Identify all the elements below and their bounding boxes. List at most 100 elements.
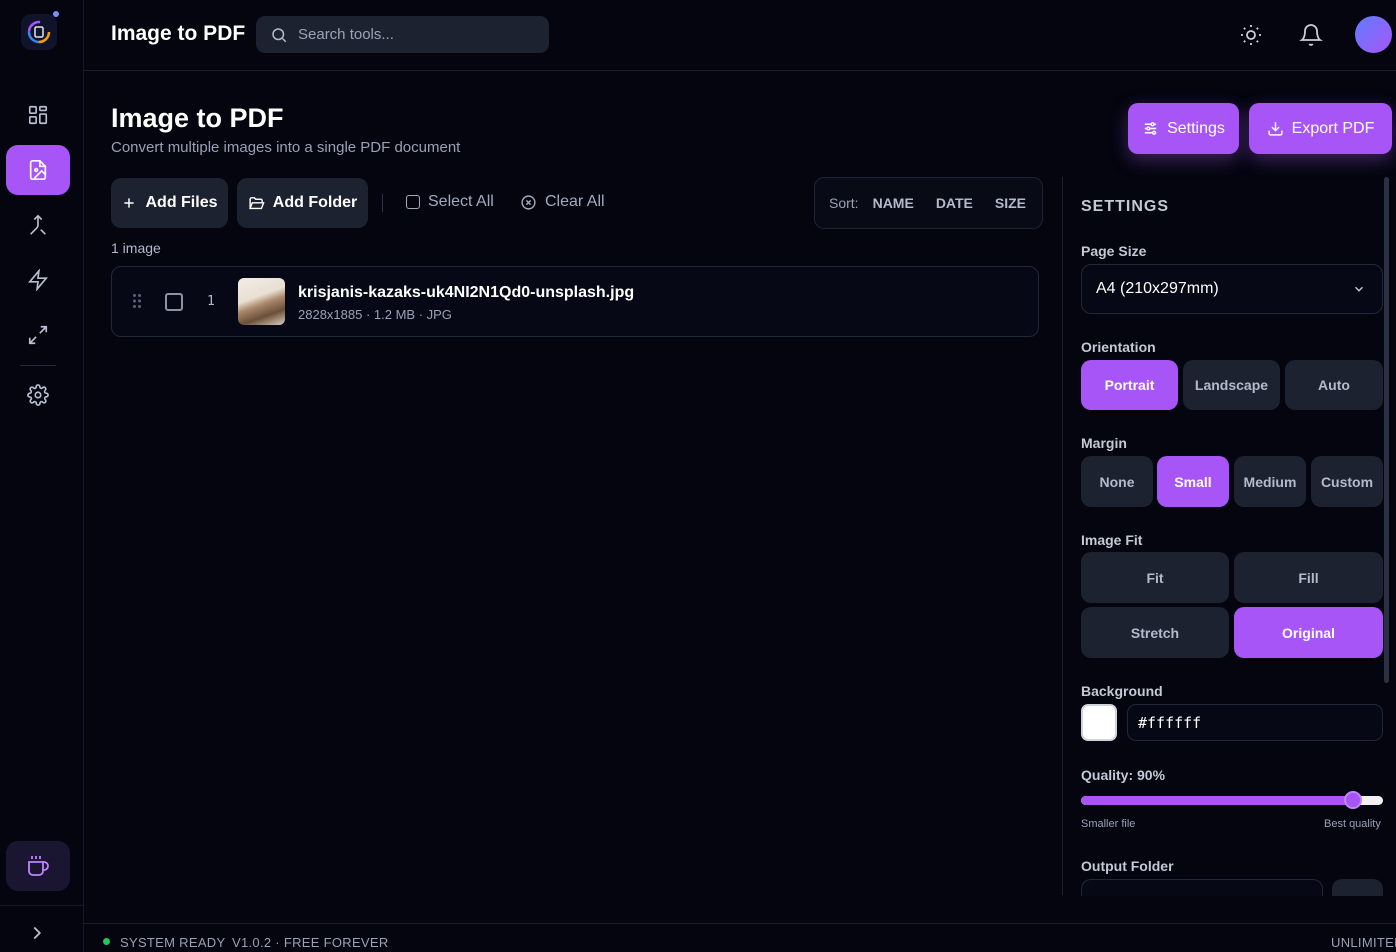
- margin-label: Margin: [1081, 435, 1127, 451]
- grip-icon: [133, 294, 141, 308]
- download-icon: [1268, 122, 1283, 136]
- chevron-down-icon: [1355, 286, 1363, 292]
- quality-slider-fill: [1081, 796, 1353, 805]
- clear-all-button[interactable]: Clear All: [520, 193, 605, 211]
- sun-icon: [1241, 25, 1261, 45]
- status-ready: SYSTEM READY: [120, 935, 226, 950]
- toolbar-divider: [382, 194, 383, 212]
- bolt-icon: [27, 269, 49, 291]
- add-files-button[interactable]: Add Files: [111, 178, 228, 228]
- theme-toggle-button[interactable]: [1239, 23, 1263, 52]
- page-subtitle: Convert multiple images into a single PD…: [111, 139, 461, 156]
- support-coffee-button[interactable]: [6, 841, 70, 891]
- status-bar: SYSTEM READY V1.0.2 · FREE FOREVER UNLIM…: [84, 923, 1396, 952]
- settings-button[interactable]: Settings: [1128, 103, 1239, 154]
- merge-icon: [30, 214, 46, 235]
- orientation-landscape[interactable]: Landscape: [1183, 360, 1280, 410]
- margin-custom[interactable]: Custom: [1311, 456, 1383, 507]
- clear-all-label: Clear All: [545, 193, 605, 210]
- page-title: Image to PDF: [111, 103, 284, 133]
- status-version: V1.0.2 · FREE FOREVER: [232, 935, 389, 950]
- bell-icon: [1299, 24, 1323, 46]
- margin-medium[interactable]: Medium: [1234, 456, 1306, 507]
- gear-icon: [27, 384, 49, 406]
- sidebar-item-image-to-pdf[interactable]: [6, 145, 70, 195]
- orientation-auto[interactable]: Auto: [1285, 360, 1383, 410]
- sidebar-item-merge[interactable]: [6, 200, 70, 250]
- select-all-button[interactable]: Select All: [406, 193, 494, 211]
- image-pdf-icon: [29, 160, 47, 180]
- add-files-label: Add Files: [145, 194, 218, 211]
- coffee-icon: [28, 856, 49, 876]
- orientation-label: Orientation: [1081, 339, 1156, 355]
- page-size-label: Page Size: [1081, 243, 1147, 259]
- search-input[interactable]: [298, 26, 528, 43]
- image-fit-fit[interactable]: Fit: [1081, 552, 1229, 603]
- dashboard-icon: [28, 105, 48, 125]
- logo-dot: [53, 11, 59, 17]
- settings-panel-divider: [1062, 177, 1063, 895]
- file-name: krisjanis-kazaks-uk4NI2N1Qd0-unsplash.jp…: [298, 284, 635, 301]
- file-index: 1: [207, 294, 215, 309]
- image-fit-original[interactable]: Original: [1234, 607, 1383, 658]
- add-folder-button[interactable]: Add Folder: [237, 178, 368, 228]
- sidebar-bottom-divider: [0, 905, 84, 906]
- resize-icon: [28, 325, 48, 345]
- background-color-input[interactable]: #ffffff: [1127, 704, 1383, 741]
- header-title: Image to PDF: [111, 22, 246, 45]
- status-indicator: [103, 938, 110, 945]
- export-pdf-button[interactable]: Export PDF: [1249, 103, 1392, 154]
- file-checkbox[interactable]: [165, 293, 183, 311]
- sidebar-item-dashboard[interactable]: [6, 90, 70, 140]
- app-logo-icon: [27, 20, 51, 44]
- chevron-right-icon: [33, 926, 42, 940]
- expand-sidebar-button[interactable]: [26, 922, 48, 949]
- quality-slider-track[interactable]: [1081, 796, 1383, 805]
- checkbox-icon: [406, 195, 420, 209]
- add-folder-label: Add Folder: [272, 194, 358, 211]
- image-fit-fill[interactable]: Fill: [1234, 552, 1383, 603]
- image-count: 1 image: [111, 240, 161, 256]
- panel-fade: [1064, 896, 1396, 923]
- list-item[interactable]: 1 krisjanis-kazaks-uk4NI2N1Qd0-unsplash.…: [111, 266, 1039, 337]
- search-icon: [272, 27, 287, 42]
- status-plan: UNLIMITED: [1331, 935, 1396, 950]
- sidebar-item-settings[interactable]: [6, 370, 70, 420]
- sidebar: [0, 0, 84, 952]
- app-window: Image to PDF Image to PDF Convert multip…: [0, 0, 1396, 952]
- background-label: Background: [1081, 683, 1163, 699]
- quality-min-label: Smaller file: [1081, 818, 1136, 830]
- folder-open-icon: [248, 196, 265, 209]
- app-logo[interactable]: [21, 11, 59, 50]
- x-circle-icon: [521, 194, 536, 210]
- drag-handle[interactable]: [132, 293, 142, 314]
- image-fit-label: Image Fit: [1081, 532, 1143, 548]
- settings-scrollbar[interactable]: [1384, 177, 1389, 683]
- sort-by-size[interactable]: SIZE: [995, 195, 1026, 211]
- sidebar-item-quick[interactable]: [6, 255, 70, 305]
- sort-label: Sort:: [829, 195, 859, 211]
- notifications-button[interactable]: [1299, 23, 1323, 52]
- image-fit-stretch[interactable]: Stretch: [1081, 607, 1229, 658]
- margin-small[interactable]: Small: [1157, 456, 1229, 507]
- quality-max-label: Best quality: [1324, 818, 1381, 830]
- sort-by-date[interactable]: DATE: [936, 195, 973, 211]
- margin-none[interactable]: None: [1081, 456, 1153, 507]
- page-size-select[interactable]: A4 (210x297mm): [1081, 264, 1383, 314]
- top-header: Image to PDF: [84, 0, 1396, 71]
- sidebar-item-resize[interactable]: [6, 310, 70, 360]
- plus-icon: [124, 198, 135, 208]
- sort-control: Sort: NAME DATE SIZE: [814, 177, 1043, 229]
- file-meta: 2828x1885 · 1.2 MB · JPG: [298, 307, 452, 322]
- export-pdf-button-label: Export PDF: [1291, 119, 1375, 137]
- output-folder-label: Output Folder: [1081, 858, 1174, 874]
- settings-button-label: Settings: [1167, 119, 1225, 137]
- orientation-portrait[interactable]: Portrait: [1081, 360, 1178, 410]
- sort-by-name[interactable]: NAME: [873, 195, 914, 211]
- sidebar-divider: [20, 365, 56, 366]
- quality-slider-handle[interactable]: [1343, 791, 1362, 809]
- background-color-swatch[interactable]: [1081, 704, 1117, 741]
- search-box[interactable]: [256, 16, 549, 53]
- sliders-icon: [1144, 122, 1157, 135]
- user-avatar[interactable]: [1355, 16, 1392, 53]
